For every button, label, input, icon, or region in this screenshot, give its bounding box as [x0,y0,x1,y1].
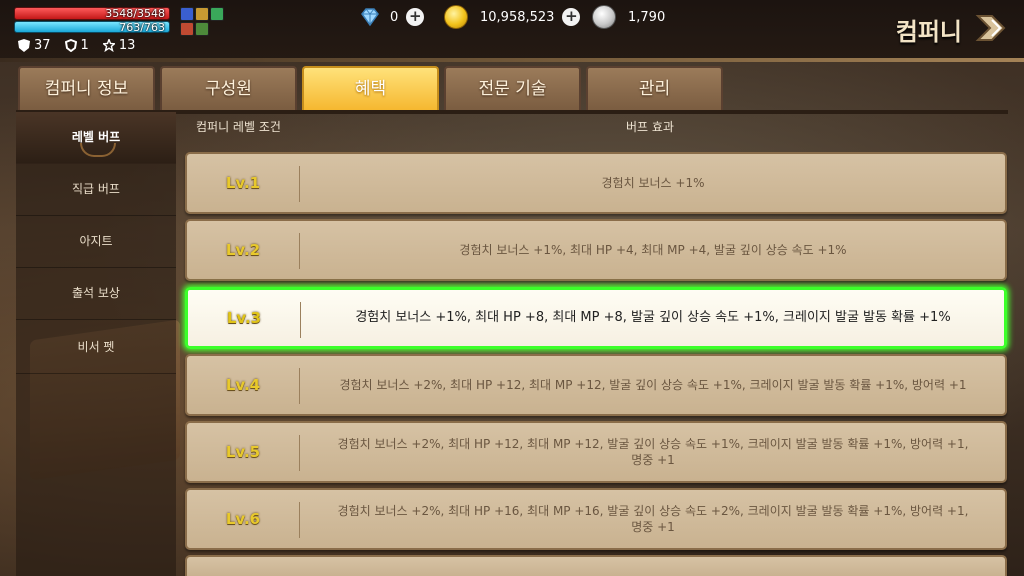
gem-currency: 0 + [358,4,425,30]
side-item-secretary-pet[interactable]: 비서 펫 [16,322,176,374]
silver-coin-icon [592,5,616,29]
hp-bar: 3548/3548 [14,7,170,20]
gold-coin-icon [444,5,468,29]
buff-row[interactable]: Lv.5 경험치 보너스 +2%, 최대 HP +12, 최대 MP +12, … [185,421,1007,483]
add-gems-button[interactable]: + [406,8,425,26]
side-item-level-buff[interactable]: 레벨 버프 [16,112,176,164]
gem-count: 0 [390,9,399,25]
buff-row-current[interactable]: Lv.3 경험치 보너스 +1%, 최대 HP +8, 최대 MP +8, 발굴… [185,287,1007,349]
side-item-attendance[interactable]: 출석 보상 [16,268,176,320]
stat-defense: 1 [64,38,89,53]
buff-leaf-icon [195,22,209,36]
buff-row[interactable]: Lv.2 경험치 보너스 +1%, 최대 HP +4, 최대 MP +4, 발굴… [185,219,1007,281]
top-bar-edge [0,58,1024,62]
buff-effect: 경험치 보너스 +2%, 최대 HP +12, 최대 MP +12, 발굴 깊이… [337,437,969,467]
buff-row[interactable]: Lv.4 경험치 보너스 +2%, 최대 HP +12, 최대 MP +12, … [185,354,1007,416]
gold-currency: 10,958,523 + [444,4,581,30]
buff-effect: 경험치 보너스 +1% [601,176,705,190]
buff-red-icon [180,22,194,36]
tab-company-info[interactable]: 컴퍼니 정보 [18,66,155,111]
buff-level: Lv.6 [225,510,261,528]
effect-column-header: 버프 효과 [626,120,674,134]
buff-row-partial[interactable] [185,555,1007,576]
side-item-rank-buff[interactable]: 직급 버프 [16,164,176,216]
page-title: 컴퍼니 [895,18,962,46]
stat-level: 37 [18,38,51,53]
buff-level: Lv.5 [225,443,261,461]
tab-members[interactable]: 구성원 [160,66,297,111]
stat-defense-value: 1 [80,38,89,53]
buff-gold-icon [195,7,209,21]
mp-bar: 763/763 [14,21,170,34]
row-divider [299,435,300,471]
tab-management[interactable]: 관리 [586,66,723,111]
stat-star: 13 [102,38,136,53]
buff-effect: 경험치 보너스 +2%, 최대 HP +16, 최대 MP +16, 발굴 깊이… [337,504,969,534]
mp-value: 763/763 [119,21,165,34]
buff-row[interactable]: Lv.6 경험치 보너스 +2%, 최대 HP +16, 최대 MP +16, … [185,488,1007,550]
row-divider [299,368,300,404]
row-divider [300,302,301,338]
buff-effect: 경험치 보너스 +1%, 최대 HP +4, 최대 MP +4, 발굴 깊이 상… [459,243,847,257]
row-divider [299,502,300,538]
buff-green-icon [210,7,224,21]
buff-level: Lv.3 [226,309,262,327]
stat-level-value: 37 [34,38,51,53]
back-arrow-icon[interactable] [974,10,1014,46]
silver-count: 1,790 [628,9,666,25]
buff-level: Lv.1 [225,174,261,192]
buff-icons[interactable] [180,7,230,37]
buff-effect: 경험치 보너스 +1%, 최대 HP +8, 최대 MP +8, 발굴 깊이 상… [355,310,951,325]
tab-skills[interactable]: 전문 기술 [444,66,581,111]
silver-currency: 1,790 [592,4,665,30]
shield-badge-icon [18,39,30,52]
level-column-header: 컴퍼니 레벨 조건 [196,120,281,134]
tab-benefits[interactable]: 혜택 [302,66,439,111]
row-divider [299,166,300,202]
buff-level: Lv.2 [225,241,261,259]
gem-icon [361,8,379,27]
buff-blue-icon [180,7,194,21]
buff-level: Lv.4 [225,376,261,394]
gold-count: 10,958,523 [480,9,555,25]
side-menu: 레벨 버프 직급 버프 아지트 출석 보상 비서 펫 [16,112,176,576]
player-stats: 37 1 13 [18,38,135,53]
tab-bar: 컴퍼니 정보 구성원 혜택 전문 기술 관리 [18,66,723,111]
shield-outline-icon [64,39,77,52]
add-gold-button[interactable]: + [562,8,581,26]
stat-star-value: 13 [118,38,136,53]
hp-value: 3548/3548 [105,7,165,20]
buff-row[interactable]: Lv.1 경험치 보너스 +1% [185,152,1007,214]
side-item-hideout[interactable]: 아지트 [16,216,176,268]
buff-effect: 경험치 보너스 +2%, 최대 HP +12, 최대 MP +12, 발굴 깊이… [339,378,967,392]
row-divider [299,233,300,269]
star-outline-icon [102,39,115,52]
